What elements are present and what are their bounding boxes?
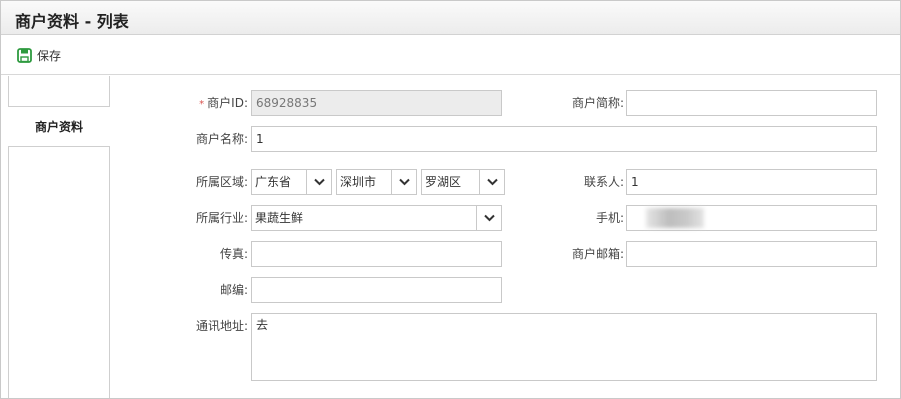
province-select[interactable]: 广东省 xyxy=(251,169,332,195)
save-button[interactable]: 保存 xyxy=(17,45,61,65)
tab-merchant-profile[interactable]: 商户资料 xyxy=(8,107,110,147)
fax-field[interactable] xyxy=(251,241,502,267)
save-button-label: 保存 xyxy=(37,48,62,63)
required-mark: * xyxy=(199,99,205,110)
merchant-name-field[interactable] xyxy=(251,126,877,152)
chevron-down-icon xyxy=(306,170,331,194)
contact-field[interactable] xyxy=(626,169,877,195)
industry-label: 所属行业: xyxy=(195,211,248,225)
redacted-phone-number xyxy=(646,208,704,228)
merchant-name-label: 商户名称: xyxy=(195,132,248,146)
merchant-short-name-label: 商户简称: xyxy=(571,96,624,110)
region-label: 所属区域: xyxy=(195,175,248,189)
toolbar: 保存 xyxy=(1,35,900,75)
merchant-id-label: * 商户ID: xyxy=(199,96,248,110)
chevron-down-icon xyxy=(479,170,504,194)
industry-select[interactable]: 果蔬生鲜 xyxy=(251,205,502,231)
title-bar: 商户资料 - 列表 xyxy=(1,1,900,35)
merchant-id-field[interactable] xyxy=(251,90,502,116)
postcode-field[interactable] xyxy=(251,277,502,303)
nav-spacer xyxy=(8,76,109,107)
address-textarea[interactable]: 去 xyxy=(251,313,877,381)
floppy-disk-icon xyxy=(17,47,32,63)
phone-label: 手机: xyxy=(595,211,624,225)
city-value: 深圳市 xyxy=(340,175,377,189)
contact-label: 联系人: xyxy=(583,175,624,189)
chevron-down-icon xyxy=(476,206,501,230)
city-select[interactable]: 深圳市 xyxy=(336,169,417,195)
merchant-email-label: 商户邮箱: xyxy=(571,247,624,261)
postcode-label: 邮编: xyxy=(219,283,248,297)
industry-value: 果蔬生鲜 xyxy=(255,211,304,225)
left-nav: 商户资料 xyxy=(8,76,110,398)
chevron-down-icon xyxy=(391,170,416,194)
merchant-short-name-field[interactable] xyxy=(626,90,877,116)
address-label: 通讯地址: xyxy=(195,319,248,333)
district-value: 罗湖区 xyxy=(425,175,462,189)
district-select[interactable]: 罗湖区 xyxy=(421,169,505,195)
fax-label: 传真: xyxy=(219,247,248,261)
merchant-email-field[interactable] xyxy=(626,241,877,267)
page-title: 商户资料 - 列表 xyxy=(15,12,129,31)
province-value: 广东省 xyxy=(255,175,292,189)
